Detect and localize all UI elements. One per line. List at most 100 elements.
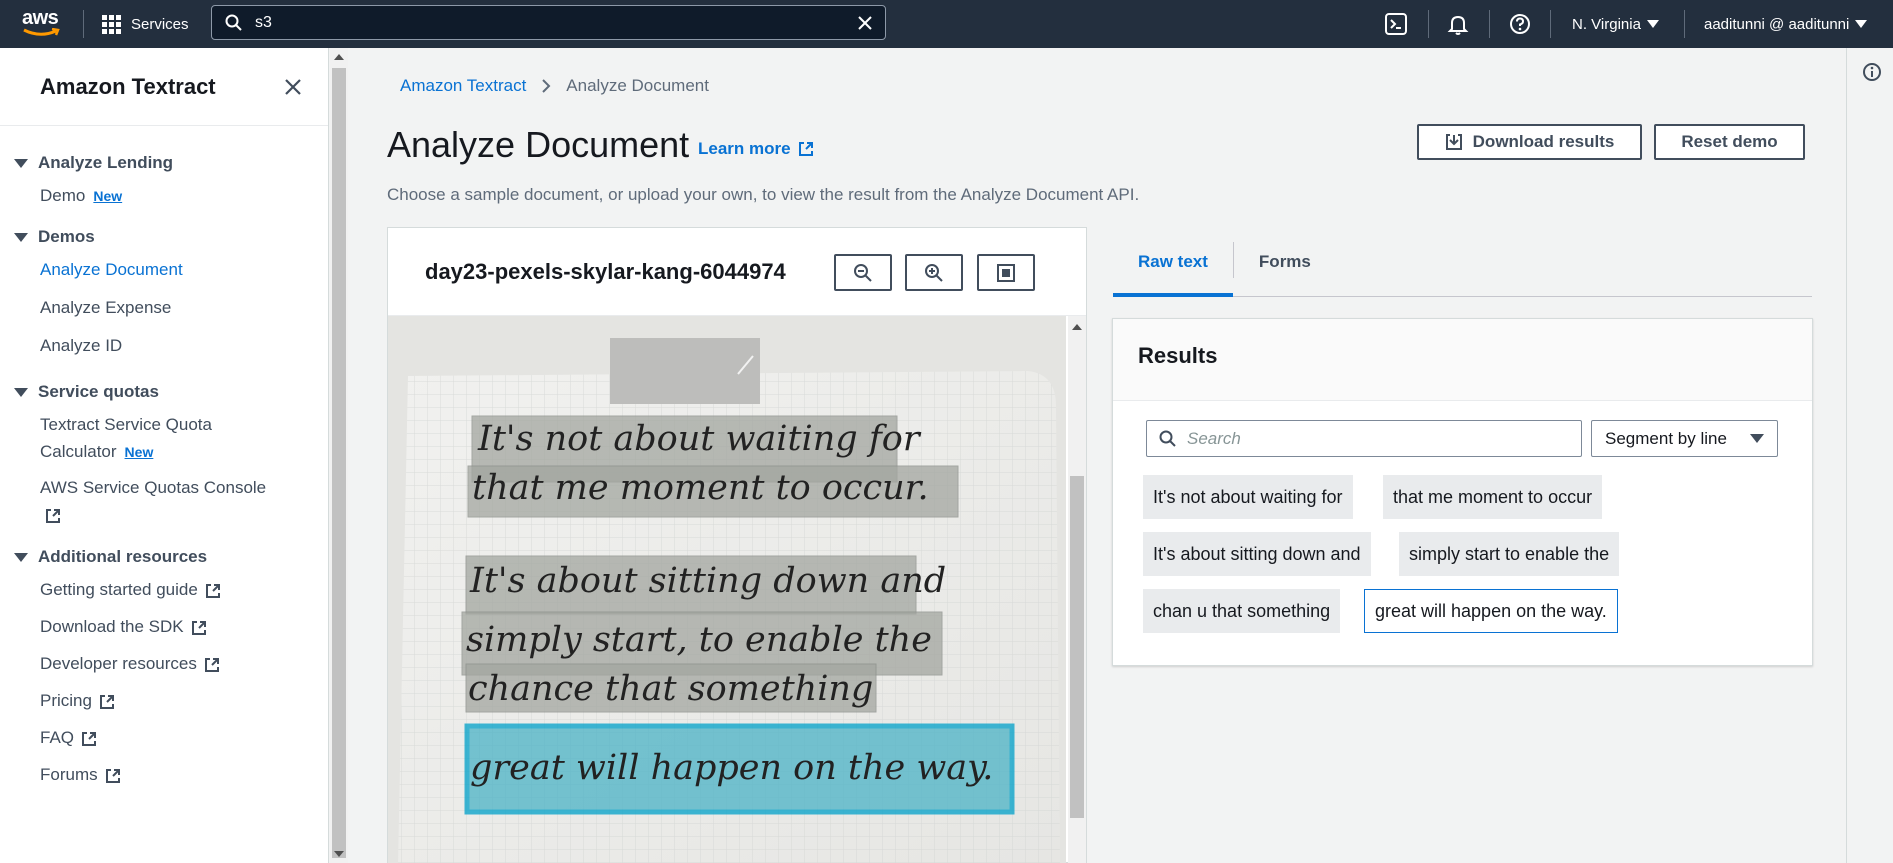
download-icon xyxy=(1445,134,1462,150)
sidebar-item-label: Download the SDK xyxy=(40,617,184,636)
download-results-button[interactable]: Download results xyxy=(1417,124,1642,160)
learn-more-link[interactable]: Learn more xyxy=(698,139,815,159)
results-search-input[interactable] xyxy=(1187,428,1411,449)
handwriting-line: simply start, to enable the xyxy=(466,620,932,660)
group-label: Analyze Lending xyxy=(38,153,174,172)
global-search[interactable] xyxy=(211,5,886,40)
tab-forms[interactable]: Forms xyxy=(1234,240,1336,297)
fit-to-screen-button[interactable] xyxy=(977,254,1035,291)
result-line-chip[interactable]: that me moment to occur xyxy=(1383,475,1603,519)
chevron-down-icon xyxy=(1855,20,1868,28)
tools-rail-border xyxy=(1846,48,1847,863)
zoom-out-button[interactable] xyxy=(834,254,892,291)
search-icon xyxy=(225,14,242,31)
new-badge: New xyxy=(93,188,123,204)
handwriting-line: that me moment to occur. xyxy=(472,468,929,508)
side-navigation: Amazon Textract Analyze Lending Demo New … xyxy=(0,48,329,863)
download-label: Download results xyxy=(1472,132,1615,151)
nav-divider xyxy=(1489,10,1490,38)
notifications-bell-icon[interactable] xyxy=(1446,12,1470,36)
sidebar-item-download-sdk[interactable]: Download the SDK xyxy=(0,613,328,640)
external-link-icon xyxy=(204,657,219,672)
account-menu[interactable]: aaditunni @ aaditunni xyxy=(1704,0,1868,48)
help-icon[interactable] xyxy=(1508,12,1532,36)
document-image: It's not about waiting for that me momen… xyxy=(388,316,1066,863)
close-icon[interactable] xyxy=(284,78,302,96)
sidebar-item-faq[interactable]: FAQ xyxy=(0,724,328,751)
sidebar-item-quotas-console[interactable]: AWS Service Quotas Console xyxy=(0,474,328,528)
aws-logo[interactable]: aws xyxy=(22,8,62,40)
scrollbar-thumb[interactable] xyxy=(1070,476,1084,818)
segment-select[interactable]: Segment by line xyxy=(1591,420,1778,457)
results-search[interactable] xyxy=(1146,420,1582,457)
sidebar-header: Amazon Textract xyxy=(0,48,328,126)
result-line-chip[interactable]: chan u that something xyxy=(1143,589,1341,633)
caret-down-icon xyxy=(14,158,28,168)
caret-down-icon xyxy=(1750,434,1764,443)
results-tabs: Raw text Forms xyxy=(1113,240,1812,297)
sidebar-item-label: Forums xyxy=(40,765,98,784)
sidebar-item-getting-started[interactable]: Getting started guide xyxy=(0,576,328,603)
result-line-chip-selected[interactable]: great will happen on the way. xyxy=(1364,589,1618,633)
search-icon xyxy=(1159,430,1176,447)
tab-raw-text[interactable]: Raw text xyxy=(1113,240,1233,297)
region-label: N. Virginia xyxy=(1572,15,1641,33)
nav-divider xyxy=(1428,10,1429,38)
results-panel: Results Segment by line It's not about w… xyxy=(1112,318,1813,666)
result-line-chip[interactable]: It's not about waiting for xyxy=(1143,475,1353,519)
breadcrumb-link[interactable]: Amazon Textract xyxy=(400,76,526,96)
scroll-up-arrow-icon[interactable] xyxy=(334,54,344,60)
region-selector[interactable]: N. Virginia xyxy=(1572,0,1659,48)
zoom-in-button[interactable] xyxy=(905,254,963,291)
scroll-down-arrow-icon[interactable] xyxy=(334,851,344,857)
external-link-icon xyxy=(105,768,120,783)
sidebar-title[interactable]: Amazon Textract xyxy=(40,74,216,100)
sidebar-item-developer-resources[interactable]: Developer resources xyxy=(0,650,328,677)
reset-demo-button[interactable]: Reset demo xyxy=(1654,124,1805,160)
info-icon[interactable] xyxy=(1862,62,1882,82)
external-link-icon xyxy=(82,731,97,746)
result-line-chip[interactable]: It's about sitting down and xyxy=(1143,532,1371,576)
scrollbar-thumb[interactable] xyxy=(332,68,346,858)
sidebar-item-forums[interactable]: Forums xyxy=(0,761,328,788)
scroll-up-arrow-icon[interactable] xyxy=(1072,324,1082,330)
sidebar-group-service-quotas[interactable]: Service quotas xyxy=(0,373,328,411)
page-description: Choose a sample document, or upload your… xyxy=(387,185,1140,204)
nav-divider xyxy=(83,10,84,38)
sidebar-item-label: Calculator xyxy=(40,442,117,461)
sidebar-item-analyze-expense[interactable]: Analyze Expense xyxy=(0,294,328,321)
group-label: Additional resources xyxy=(38,547,208,566)
sidebar-group-demos[interactable]: Demos xyxy=(0,218,328,256)
segment-label: Segment by line xyxy=(1605,428,1727,448)
zoom-out-icon xyxy=(854,263,872,282)
sidebar-item-label: AWS Service Quotas Console xyxy=(40,478,267,497)
sidebar-group-analyze-lending[interactable]: Analyze Lending xyxy=(0,144,328,182)
external-link-icon xyxy=(46,508,60,523)
search-input[interactable] xyxy=(255,13,857,32)
sidebar-item-pricing[interactable]: Pricing xyxy=(0,687,328,714)
caret-down-icon xyxy=(14,387,28,397)
services-menu[interactable]: Services xyxy=(102,0,189,48)
sidebar-item-label: Demo xyxy=(40,186,86,205)
cloudshell-icon[interactable] xyxy=(1384,12,1408,36)
sidebar-item-quota-calculator[interactable]: Textract Service Quota Calculator New xyxy=(0,411,328,466)
sidebar-item-analyze-id[interactable]: Analyze ID xyxy=(0,332,328,359)
clear-search-icon[interactable] xyxy=(857,15,873,31)
document-scrollbar[interactable] xyxy=(1068,316,1086,863)
sidebar-item-label: Developer resources xyxy=(40,654,197,673)
handwriting-line: great will happen on the way. xyxy=(470,748,994,788)
sidebar-item-label: Pricing xyxy=(40,691,92,710)
external-link-icon xyxy=(205,583,220,598)
services-grid-icon xyxy=(102,14,121,34)
caret-down-icon xyxy=(14,552,28,562)
external-link-icon xyxy=(99,694,114,709)
fit-screen-icon xyxy=(997,263,1015,282)
sidebar-group-additional-resources[interactable]: Additional resources xyxy=(0,538,328,576)
result-line-chip[interactable]: simply start to enable the xyxy=(1399,532,1620,576)
sidebar-item-analyze-document[interactable]: Analyze Document xyxy=(0,256,328,283)
sidebar-scrollbar[interactable] xyxy=(330,48,348,863)
sidebar-item-label: Getting started guide xyxy=(40,580,198,599)
sidebar-item-demo[interactable]: Demo New xyxy=(0,182,328,210)
external-link-icon xyxy=(798,142,813,156)
sidebar-item-label: Textract Service Quota xyxy=(40,415,212,434)
